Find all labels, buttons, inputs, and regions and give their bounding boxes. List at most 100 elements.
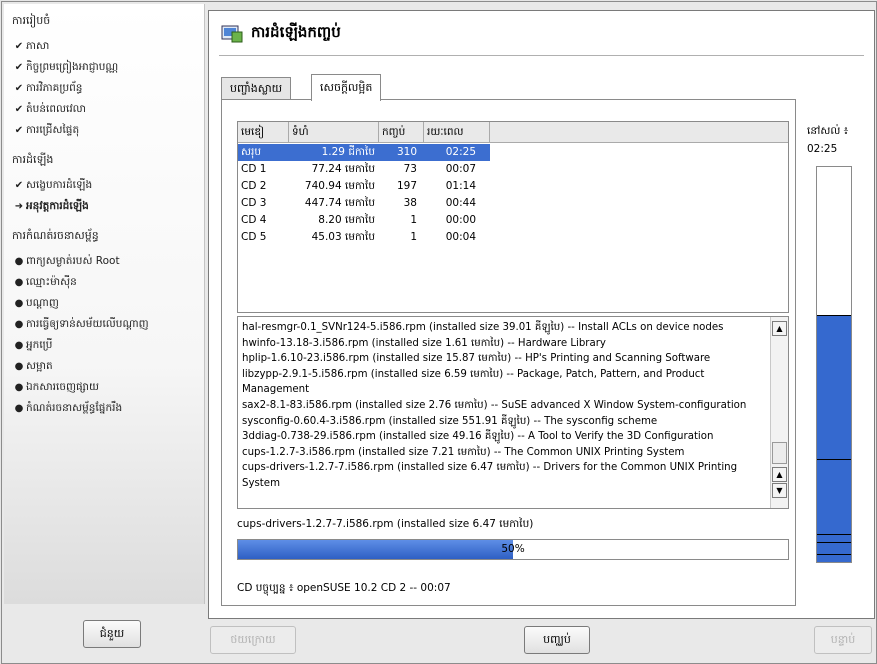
back-button[interactable]: ថយក្រោយ xyxy=(210,626,296,654)
cell-packages: 1 xyxy=(410,231,417,243)
step-config-5: ● សម្អាត xyxy=(12,360,53,375)
step-config-1: ● ឈ្មោះម៉ាស៊ីន xyxy=(12,276,77,291)
step-label: ឯកសារចេញផ្សាយ xyxy=(26,381,99,393)
table-row[interactable]: CD 2 740.94 មេកាបៃ 197 01:14 xyxy=(238,178,490,195)
bullet-icon: ● xyxy=(14,340,24,351)
check-icon: ✔ xyxy=(14,83,24,94)
cell-size: 740.94 មេកាបៃ xyxy=(304,180,375,192)
installer-window: ការរៀបចំ ✔ ភាសា ✔ កិច្ចព្រមព្រៀងអាជ្ញាបណ្ណ ✔ ក… xyxy=(1,1,877,664)
steps-sidebar: ការរៀបចំ ✔ ភាសា ✔ កិច្ចព្រមព្រៀងអាជ្ញាបណ្ណ ✔ ក… xyxy=(4,4,205,604)
scroll-thumb[interactable] xyxy=(772,442,787,464)
bullet-icon: ● xyxy=(14,382,24,393)
step-config-6: ● ឯកសារចេញផ្សាយ xyxy=(12,381,99,396)
log-line: hplip-1.6.10-23.i586.rpm (installed size… xyxy=(242,353,711,365)
log-line: cups-1.2.7-3.i586.rpm (installed size 7.… xyxy=(242,446,685,458)
step-prep-4: ✔ ការជ្រើសផ្ទៃតុ xyxy=(12,124,79,139)
package-log[interactable]: hal-resmgr-0.1_SVNr124-5.i586.rpm (insta… xyxy=(237,316,789,509)
step-label: អ្នកប្រើ xyxy=(26,339,53,351)
step-prep-3: ✔ តំបន់ពេលវេលា xyxy=(12,103,86,118)
details-pane: មេឌៀ ទំហំ កញ្ចប់ រយៈពេល សរុប 1.29 ជីកាបៃ 3… xyxy=(221,99,796,606)
bullet-icon: ● xyxy=(14,361,24,372)
arrow-right-icon: ➜ xyxy=(14,201,24,212)
cd-boundary-mark: ▸◂ xyxy=(817,459,851,461)
step-label: ឈ្មោះម៉ាស៊ីន xyxy=(26,276,77,288)
cell-size: 8.20 មេកាបៃ xyxy=(318,214,375,226)
cell-packages: 38 xyxy=(403,197,417,209)
cell-media: CD 1 xyxy=(241,163,267,175)
step-prep-1: ✔ កិច្ចព្រមព្រៀងអាជ្ញាបណ្ណ xyxy=(12,61,118,76)
step-label: កិច្ចព្រមព្រៀងអាជ្ញាបណ្ណ xyxy=(26,61,119,73)
log-line: sysconfig-0.60.4-3.i586.rpm (installed s… xyxy=(242,415,658,427)
table-header: មេឌៀ ទំហំ កញ្ចប់ រយៈពេល xyxy=(238,122,788,143)
column-media[interactable]: មេឌៀ xyxy=(238,122,289,142)
step-config-4: ● អ្នកប្រើ xyxy=(12,339,53,354)
step-label: សម្អាត xyxy=(26,360,53,372)
check-icon: ✔ xyxy=(14,125,24,136)
bullet-icon: ● xyxy=(14,298,24,309)
log-line: 3ddiag-0.738-29.i586.rpm (installed size… xyxy=(242,431,714,443)
column-size[interactable]: ទំហំ xyxy=(289,122,379,142)
column-time[interactable]: រយៈពេល xyxy=(424,122,490,142)
bullet-icon: ● xyxy=(14,403,24,414)
remaining-time: 02:25 xyxy=(807,143,838,155)
cell-size: 45.03 មេកាបៃ xyxy=(311,231,375,243)
step-install-0: ✔ សង្ខេបការដំឡើង xyxy=(12,179,92,194)
step-install-1: ➜ អនុវត្តការដំឡើង xyxy=(12,200,89,215)
package-log-text: hal-resmgr-0.1_SVNr124-5.i586.rpm (insta… xyxy=(242,320,764,492)
table-row[interactable]: CD 4 8.20 មេកាបៃ 1 00:00 xyxy=(238,212,490,229)
check-icon: ✔ xyxy=(14,104,24,115)
cell-size: 447.74 មេកាបៃ xyxy=(304,197,375,209)
scroll-up-icon[interactable]: ▲ xyxy=(772,321,787,336)
step-config-0: ● ពាក្យសម្ងាត់របស់ Root xyxy=(12,255,120,270)
bullet-icon: ● xyxy=(14,277,24,288)
check-icon: ✔ xyxy=(14,180,24,191)
cd-boundary-mark: ▸◂ xyxy=(817,315,851,317)
table-row[interactable]: CD 5 45.03 មេកាបៃ 1 00:04 xyxy=(238,229,490,246)
package-install-icon xyxy=(221,25,243,43)
step-label: អនុវត្តការដំឡើង xyxy=(26,200,89,212)
cell-time: 00:04 xyxy=(445,231,476,243)
cd-boundary-mark: ▸◂ xyxy=(817,554,851,556)
log-scrollbar[interactable]: ▲ ▲ ▼ xyxy=(770,317,788,508)
install-progress-bar: 50% xyxy=(237,539,789,560)
current-package: cups-drivers-1.2.7-7.i586.rpm (installed… xyxy=(237,518,534,530)
table-row[interactable]: CD 3 447.74 មេកាបៃ 38 00:44 xyxy=(238,195,490,212)
tab-slideshow[interactable]: បញ្ចាំងស្លាយ xyxy=(221,77,292,100)
step-config-2: ● បណ្ដាញ xyxy=(12,297,59,312)
bullet-icon: ● xyxy=(14,319,24,330)
table-row[interactable]: CD 1 77.24 មេកាបៃ 73 00:07 xyxy=(238,161,490,178)
section-preparation: ការរៀបចំ xyxy=(12,14,51,27)
section-installation: ការដំឡើង xyxy=(12,153,54,166)
section-configuration: ការកំណត់រចនាសម្ព័ន្ធ xyxy=(12,229,99,242)
abort-button[interactable]: បញ្ឈប់ xyxy=(524,626,590,654)
cd-table[interactable]: មេឌៀ ទំហំ កញ្ចប់ រយៈពេល សរុប 1.29 ជីកាបៃ 3… xyxy=(237,121,789,313)
next-button[interactable]: បន្ទាប់ xyxy=(814,626,872,654)
main-panel: ការដំឡើងកញ្ចប់ បញ្ចាំងស្លាយ សេចក្ដីលម្អិ… xyxy=(208,10,875,619)
step-config-3: ● ការធ្វើឲ្យទាន់សម័យលើបណ្ដាញ xyxy=(12,318,149,333)
cell-time: 00:07 xyxy=(445,163,476,175)
step-label: សង្ខេបការដំឡើង xyxy=(26,179,93,191)
cell-media: CD 2 xyxy=(241,180,267,192)
remaining-label: នៅសល់ ៖ xyxy=(807,125,849,137)
cell-time: 00:00 xyxy=(445,214,476,226)
help-button[interactable]: ជំនួយ xyxy=(83,620,141,648)
bullet-icon: ● xyxy=(14,256,24,267)
log-line: sax2-8.1-83.i586.rpm (installed size 2.7… xyxy=(242,399,747,411)
cd-boundary-mark: ▸◂ xyxy=(817,534,851,536)
table-row[interactable]: សរុប 1.29 ជីកាបៃ 310 02:25 xyxy=(238,144,490,161)
progress-percent: 50% xyxy=(501,543,525,555)
log-line: hwinfo-13.18-3.i586.rpm (installed size … xyxy=(242,337,606,349)
cell-media: CD 3 xyxy=(241,197,267,209)
scroll-down-icon[interactable]: ▼ xyxy=(772,483,787,498)
step-label: បណ្ដាញ xyxy=(26,297,59,309)
page-title: ការដំឡើងកញ្ចប់ xyxy=(251,23,341,41)
step-prep-0: ✔ ភាសា xyxy=(12,40,50,55)
column-packages[interactable]: កញ្ចប់ xyxy=(379,122,424,142)
scroll-up-icon[interactable]: ▲ xyxy=(772,467,787,482)
cell-time: 00:44 xyxy=(445,197,476,209)
tab-details[interactable]: សេចក្ដីលម្អិត xyxy=(311,74,382,101)
step-label: តំបន់ពេលវេលា xyxy=(26,103,86,115)
cell-packages: 1 xyxy=(410,214,417,226)
step-label: ការជ្រើសផ្ទៃតុ xyxy=(26,124,80,136)
check-icon: ✔ xyxy=(14,41,24,52)
